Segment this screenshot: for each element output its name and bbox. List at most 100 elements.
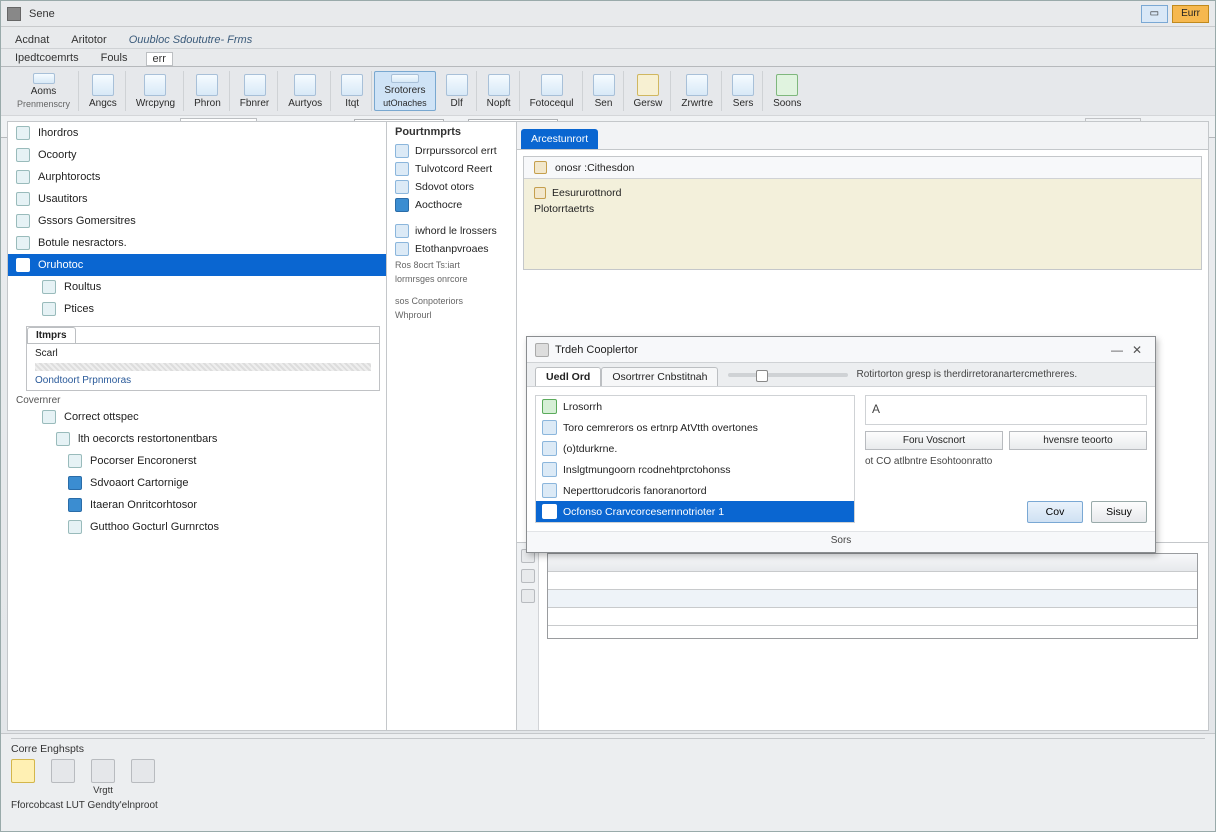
menu-item[interactable]: Ouubloc Sdoututre- Frms [125, 32, 257, 48]
doc-icon [33, 73, 55, 84]
list-label: Tulvotcord Reert [415, 163, 492, 175]
ribbon-group[interactable]: Wrcpyng [128, 71, 184, 111]
ok-button[interactable]: Cov [1027, 501, 1083, 523]
menu-item[interactable]: Aritotor [67, 32, 110, 48]
dialog-list-item-selected[interactable]: Ocfonso Crarvcorcesernnotrioter 1 [536, 501, 854, 522]
tree-label: Itaeran Onritcorhtosor [90, 499, 197, 511]
list-item[interactable]: Aocthocre [387, 196, 516, 214]
list-item[interactable]: Sdovot otors [387, 178, 516, 196]
menu-item[interactable]: Fouls [97, 50, 132, 66]
grid-tool-icon[interactable] [521, 569, 535, 583]
panel-link[interactable]: Oondtoort Prpnmoras [35, 375, 371, 386]
dialog-list-item[interactable]: (o)tdurkrne. [536, 438, 854, 459]
menu-item[interactable]: err [146, 52, 173, 66]
grid-tool-icon[interactable] [521, 589, 535, 603]
icon-label: Vrgtt [93, 785, 113, 796]
ribbon-group[interactable]: Nopft [479, 71, 520, 111]
tree-item[interactable]: Usautitors [8, 188, 386, 210]
list-item[interactable]: Tulvotcord Reert [387, 160, 516, 178]
ribbon-group[interactable]: Soons [765, 71, 809, 111]
panel-item[interactable]: Scarl [35, 348, 371, 359]
dialog-list-item[interactable]: Neperttorudcoris fanoranortord [536, 480, 854, 501]
tree-item[interactable]: lth oecorcts restortonentbars [8, 428, 386, 450]
window-minimize-button[interactable]: ▭ [1141, 5, 1168, 23]
taskbar-item[interactable] [131, 759, 155, 785]
ribbon-group[interactable]: Fotocequl [522, 71, 583, 111]
dialog-list-item[interactable]: Inslgtmungoorn rcodnehtprctohonss [536, 459, 854, 480]
ribbon-group-selected[interactable]: SrotorersutOnaches [374, 71, 436, 111]
grid-row[interactable] [548, 608, 1197, 626]
tree-item[interactable]: Ihordros [8, 122, 386, 144]
panel-line[interactable]: Eesururottnord [534, 185, 1191, 201]
doc-icon [395, 162, 409, 176]
taskbar-item[interactable] [11, 759, 35, 785]
tree-item[interactable]: Botule nesractors. [8, 232, 386, 254]
ribbon-group[interactable]: Zrwrtre [673, 71, 722, 111]
doc-icon [395, 180, 409, 194]
ribbon-label: Srotorers [384, 85, 425, 96]
grid-row[interactable] [548, 590, 1197, 608]
tree-label: lth oecorcts restortonentbars [78, 433, 217, 445]
tree-label: Oruhotoc [38, 259, 83, 271]
tree-item[interactable]: Aurphtorocts [8, 166, 386, 188]
ribbon-group[interactable]: Aurtyos [280, 71, 331, 111]
tree-item[interactable]: Roultus [8, 276, 386, 298]
dialog-button[interactable]: Foru Voscnort [865, 431, 1003, 450]
item-icon [68, 520, 82, 534]
tree-item[interactable]: Ptices [8, 298, 386, 320]
tree-item[interactable]: Pocorser Encoronerst [8, 450, 386, 472]
panel-line[interactable]: Plotorrtaetrts [534, 201, 1191, 217]
list-label: iwhord le lrossers [415, 225, 497, 237]
ribbon-group[interactable]: Phron [186, 71, 230, 111]
list-pane: Pourtnmprts Drrpurssorcol errt Tulvotcor… [387, 121, 517, 731]
dialog-list-item[interactable]: Lrosorrh [536, 396, 854, 417]
grid-row[interactable] [548, 572, 1197, 590]
dialog-button[interactable]: hvensre teoorto [1009, 431, 1147, 450]
dialog-tab-active[interactable]: Uedl Ord [535, 367, 601, 386]
tree-item[interactable]: Itaeran Onritcorhtosor [8, 494, 386, 516]
cancel-button[interactable]: Sisuy [1091, 501, 1147, 523]
panel-tab[interactable]: Itmprs [27, 327, 76, 343]
tree-item-selected[interactable]: Oruhotoc [8, 254, 386, 276]
list-note: lormrsges onrcore [387, 272, 516, 286]
dialog-close-button[interactable]: ✕ [1127, 342, 1147, 358]
ribbon-group[interactable]: Fbnrer [232, 71, 278, 111]
window-close-button[interactable]: Eurr [1172, 5, 1209, 23]
system-menu-icon[interactable] [7, 7, 21, 21]
ribbon-group[interactable]: Dlf [438, 71, 477, 111]
menu-item[interactable]: Acdnat [11, 32, 53, 48]
tree-item[interactable]: Gutthoo Gocturl Gurnrctos [8, 516, 386, 538]
dialog-minimize-button[interactable]: — [1107, 342, 1127, 358]
dialog-list-item[interactable]: Toro cemrerors os ertnrp AtVtth overtone… [536, 417, 854, 438]
data-grid[interactable] [547, 553, 1198, 639]
taskbar-item[interactable] [51, 759, 75, 785]
ribbon-group[interactable]: AomsPrenmenscry [9, 71, 79, 111]
taskbar-item[interactable]: Vrgtt [91, 759, 115, 796]
panel-title: onosr :Cithesdon [555, 162, 634, 174]
tree-item[interactable]: Gssors Gomersitres [8, 210, 386, 232]
tool-icon [341, 74, 363, 96]
tree-label: Ihordros [38, 127, 78, 139]
dialog-slider[interactable] [728, 373, 848, 377]
dialog-titlebar[interactable]: Trdeh Cooplertor — ✕ [527, 337, 1155, 363]
separator [11, 738, 1205, 739]
tree-item[interactable]: Correct ottspec [8, 406, 386, 428]
list-label: Toro cemrerors os ertnrp AtVtth overtone… [563, 422, 758, 434]
ribbon-group[interactable]: Itqt [333, 71, 372, 111]
tool-icon [686, 74, 708, 96]
ribbon-group[interactable]: Gersw [626, 71, 672, 111]
list-item[interactable]: Etothanpvroaes [387, 240, 516, 258]
content-tab-active[interactable]: Arcestunrort [521, 129, 598, 149]
dialog-tab[interactable]: Osortrrer Cnbstitnah [601, 367, 718, 386]
ribbon-group[interactable]: Angcs [81, 71, 126, 111]
tree-item[interactable]: Ocoorty [8, 144, 386, 166]
menu-item[interactable]: Ipedtcoemrts [11, 50, 83, 66]
tree-item[interactable]: Sdvoaort Cartornige [8, 472, 386, 494]
list-item[interactable]: iwhord le lrossers [387, 222, 516, 240]
list-item[interactable]: Drrpurssorcol errt [387, 142, 516, 160]
progress-bar [35, 363, 371, 371]
gear-icon [391, 74, 419, 83]
tool-icon [196, 74, 218, 96]
ribbon-group[interactable]: Sers [724, 71, 763, 111]
ribbon-group[interactable]: Sen [585, 71, 624, 111]
